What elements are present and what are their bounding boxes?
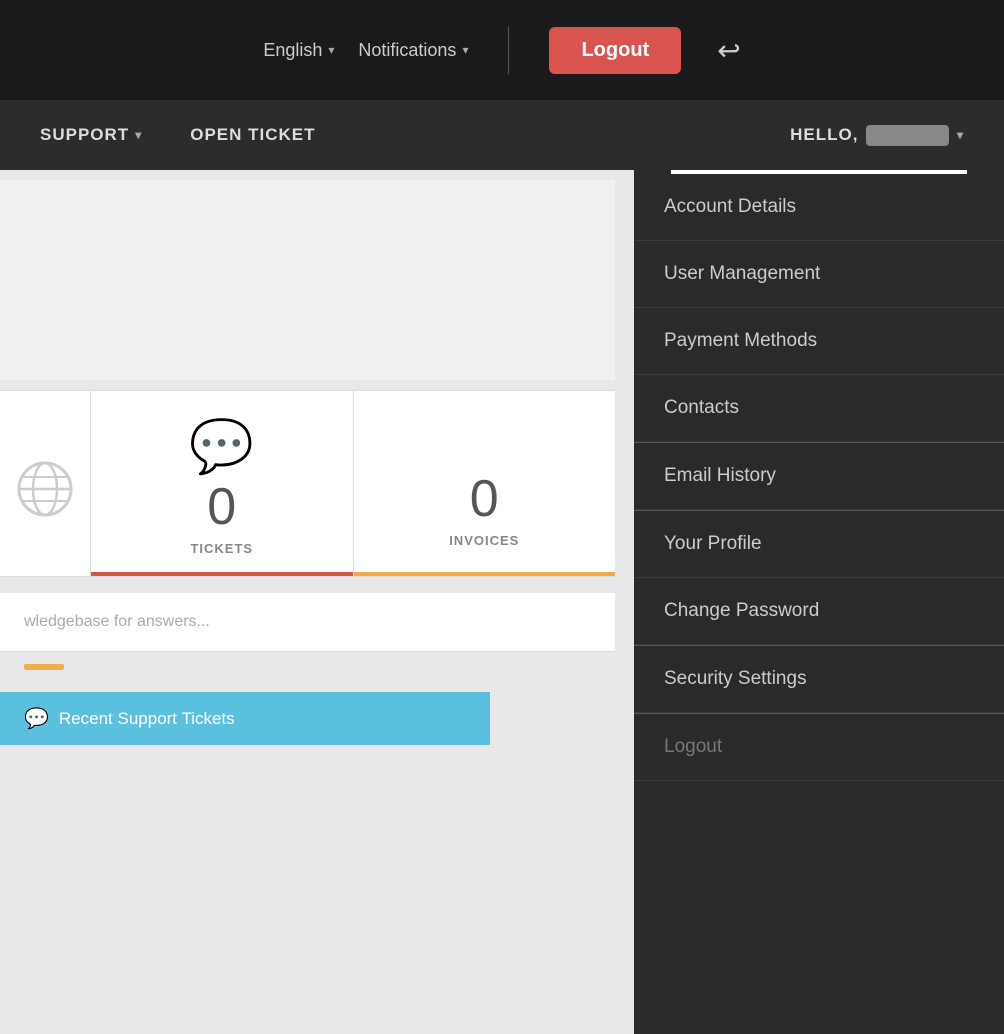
top-bar-left: English ▾ Notifications ▾ Logout ↩	[263, 26, 740, 74]
notifications-label: Notifications	[358, 40, 456, 61]
logout-button[interactable]: Logout	[549, 27, 681, 74]
open-ticket-label: OPEN TICKET	[190, 125, 315, 145]
tickets-label: TICKETS	[190, 541, 253, 556]
invoices-bar	[354, 572, 616, 576]
support-label: SUPPORT	[40, 125, 129, 145]
hello-label: HELLO,	[790, 125, 858, 145]
exit-icon[interactable]: ↩	[717, 34, 740, 67]
cards-row: 💬 0 TICKETS 0 INVOICES	[0, 390, 615, 577]
nav-bar: SUPPORT ▾ OPEN TICKET HELLO, ████ ▾	[0, 100, 1004, 170]
top-bar: English ▾ Notifications ▾ Logout ↩	[0, 0, 1004, 100]
language-button[interactable]: English ▾	[263, 40, 334, 61]
dropdown-item-email-history[interactable]: Email History	[634, 442, 1004, 510]
tickets-card: 💬 0 TICKETS	[91, 391, 354, 576]
tickets-bar	[91, 572, 353, 576]
nav-left: SUPPORT ▾ OPEN TICKET	[40, 125, 316, 145]
dropdown-item-logout[interactable]: Logout	[634, 713, 1004, 781]
username-display: ████	[866, 125, 949, 146]
dropdown-item-security-settings[interactable]: Security Settings	[634, 645, 1004, 713]
contacts-label: Contacts	[664, 397, 739, 419]
invoices-count: 0	[470, 473, 499, 525]
security-settings-label: Security Settings	[664, 668, 807, 690]
hello-user-button[interactable]: HELLO, ████ ▾	[790, 125, 964, 146]
language-label: English	[263, 40, 322, 61]
notifications-chevron-icon: ▾	[462, 43, 468, 57]
globe-icon	[15, 459, 75, 519]
invoices-card: 0 INVOICES	[354, 391, 616, 576]
recent-tickets-label: Recent Support Tickets	[59, 709, 235, 729]
invoices-label: INVOICES	[449, 533, 519, 548]
tickets-count: 0	[207, 481, 236, 533]
open-ticket-button[interactable]: OPEN TICKET	[190, 125, 315, 145]
main-content: 💬 0 TICKETS 0 INVOICES wledgebase for an…	[0, 170, 1004, 1034]
language-chevron-icon: ▾	[328, 43, 334, 57]
search-area: wledgebase for answers...	[0, 593, 615, 652]
dropdown-logout-label: Logout	[664, 736, 722, 758]
support-chevron-icon: ▾	[135, 128, 142, 142]
stats-area	[0, 180, 615, 380]
your-profile-label: Your Profile	[664, 533, 762, 555]
user-menu-chevron-icon: ▾	[957, 128, 964, 142]
user-management-label: User Management	[664, 263, 820, 285]
recent-tickets-icon: 💬	[24, 706, 49, 731]
user-dropdown-menu: Account Details User Management Payment …	[634, 170, 1004, 1034]
recent-tickets-header: 💬 Recent Support Tickets	[0, 692, 490, 745]
dropdown-item-contacts[interactable]: Contacts	[634, 375, 1004, 442]
dropdown-item-payment-methods[interactable]: Payment Methods	[634, 308, 1004, 375]
orange-indicator	[24, 664, 64, 670]
support-menu-button[interactable]: SUPPORT ▾	[40, 125, 142, 145]
dropdown-item-your-profile[interactable]: Your Profile	[634, 510, 1004, 578]
dropdown-item-user-management[interactable]: User Management	[634, 241, 1004, 308]
top-bar-divider	[508, 26, 509, 74]
payment-methods-label: Payment Methods	[664, 330, 817, 352]
orange-indicator-row	[0, 652, 615, 682]
globe-card	[0, 391, 91, 576]
left-content: 💬 0 TICKETS 0 INVOICES wledgebase for an…	[0, 170, 615, 1034]
notifications-button[interactable]: Notifications ▾	[358, 40, 468, 61]
account-details-label: Account Details	[664, 196, 796, 218]
dropdown-item-change-password[interactable]: Change Password	[634, 578, 1004, 645]
email-history-label: Email History	[664, 465, 776, 487]
chat-icon: 💬	[189, 421, 254, 473]
dropdown-item-account-details[interactable]: Account Details	[634, 174, 1004, 241]
search-placeholder-text: wledgebase for answers...	[24, 613, 210, 630]
change-password-label: Change Password	[664, 600, 819, 622]
